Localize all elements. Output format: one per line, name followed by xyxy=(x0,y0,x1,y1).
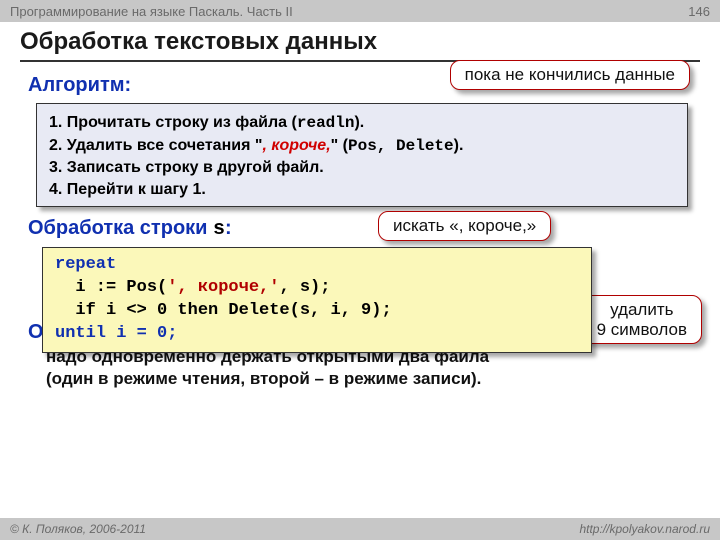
footer-bar: © К. Поляков, 2006-2011 http://kpolyakov… xyxy=(0,518,720,540)
header-bar: Программирование на языке Паскаль. Часть… xyxy=(0,0,720,22)
algo-box: 1. Прочитать строку из файла (readln). 2… xyxy=(36,103,688,207)
algo-step-4: 4. Перейти к шагу 1. xyxy=(49,179,675,201)
page-title: Обработка текстовых данных xyxy=(20,28,700,62)
callout-delete-l1: удалить xyxy=(610,300,673,319)
algo-step-1: 1. Прочитать строку из файла (readln). xyxy=(49,112,675,135)
algo-step-3: 3. Записать строку в другой файл. xyxy=(49,157,675,179)
code-line-3: if i <> 0 then Delete(s, i, 9); xyxy=(55,300,579,323)
algo-step-2: 2. Удалить все сочетания ", короче," (Po… xyxy=(49,135,675,158)
callout-search: искать «, короче,» xyxy=(378,211,551,241)
content-area: Алгоритм: 1. Прочитать строку из файла (… xyxy=(0,64,720,390)
code-line-4: until i = 0; xyxy=(55,323,579,346)
callout-search-text: искать «, короче,» xyxy=(393,216,536,235)
copyright: © К. Поляков, 2006-2011 xyxy=(10,522,146,536)
course-title: Программирование на языке Паскаль. Часть… xyxy=(10,4,293,19)
page-number: 146 xyxy=(688,4,710,19)
callout-delete-l2: 9 символов xyxy=(597,320,687,339)
callout-delete: удалить 9 символов xyxy=(582,295,702,344)
code-line-2: i := Pos(', короче,', s); xyxy=(55,277,579,300)
algo-heading: Алгоритм: xyxy=(28,74,692,97)
title-row: Обработка текстовых данных xyxy=(0,22,720,64)
code-box: repeat i := Pos(', короче,', s); if i <>… xyxy=(42,247,592,353)
string-section-heading: Обработка строки s: xyxy=(28,217,692,241)
code-line-1: repeat xyxy=(55,254,579,277)
footer-url: http://kpolyakov.narod.ru xyxy=(579,522,710,536)
